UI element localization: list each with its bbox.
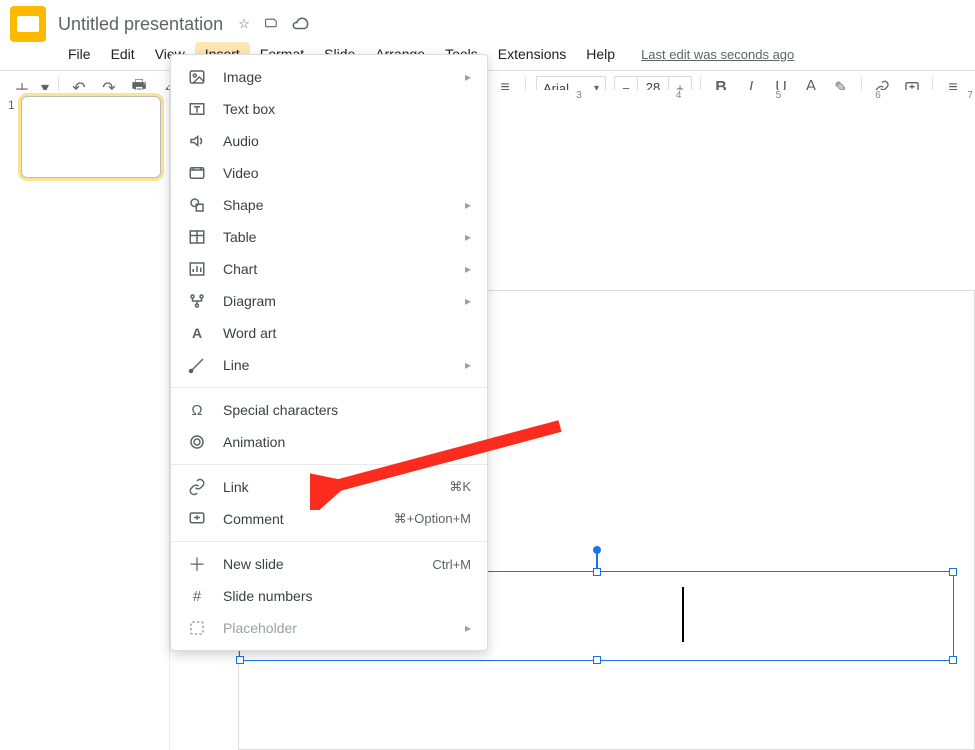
plus-icon: ＋: [187, 554, 207, 574]
menu-item-label: Audio: [223, 133, 471, 149]
move-icon[interactable]: [263, 15, 281, 33]
menu-edit[interactable]: Edit: [101, 42, 145, 66]
menu-item-label: Animation: [223, 434, 471, 450]
menu-file[interactable]: File: [58, 42, 101, 66]
insert-menu-link[interactable]: Link⌘K: [171, 471, 487, 503]
submenu-arrow-icon: ▸: [465, 621, 471, 635]
thumbnail-preview[interactable]: [21, 96, 161, 178]
submenu-arrow-icon: ▸: [465, 262, 471, 276]
audio-icon: [187, 131, 207, 151]
text-cursor: [682, 587, 684, 642]
diagram-icon: [187, 291, 207, 311]
menu-item-label: Image: [223, 69, 465, 85]
menu-item-label: Word art: [223, 325, 471, 341]
slide-panel: 1: [0, 90, 170, 750]
submenu-arrow-icon: ▸: [465, 230, 471, 244]
insert-menu-audio[interactable]: Audio: [171, 125, 487, 157]
thumbnail-number: 1: [8, 98, 15, 178]
menu-item-label: Shape: [223, 197, 465, 213]
menu-item-shortcut: ⌘K: [449, 479, 471, 495]
insert-menu-comment[interactable]: Comment⌘+Option+M: [171, 503, 487, 535]
ruler-tick: 3: [576, 90, 582, 101]
insert-menu-new-slide[interactable]: ＋ New slideCtrl+M: [171, 548, 487, 580]
textbox-icon: [187, 99, 207, 119]
insert-menu-slide-numbers[interactable]: # Slide numbers: [171, 580, 487, 612]
menu-item-label: Text box: [223, 101, 471, 117]
insert-menu-animation[interactable]: Animation: [171, 426, 487, 458]
slides-logo-icon: [10, 6, 46, 42]
shape-icon: [187, 195, 207, 215]
submenu-arrow-icon: ▸: [465, 358, 471, 372]
insert-menu-shape[interactable]: Shape▸: [171, 189, 487, 221]
menu-item-label: Chart: [223, 261, 465, 277]
insert-menu-placeholder: Placeholder▸: [171, 612, 487, 644]
ruler-tick: 4: [676, 90, 682, 101]
omega-icon: Ω: [187, 400, 207, 420]
resize-handle-tr[interactable]: [949, 568, 957, 576]
insert-menu-special-characters[interactable]: Ω Special characters: [171, 394, 487, 426]
video-icon: [187, 163, 207, 183]
ruler-tick: 5: [776, 90, 782, 101]
insert-menu-line[interactable]: Line▸: [171, 349, 487, 381]
document-title[interactable]: Untitled presentation: [58, 14, 223, 35]
rotation-handle[interactable]: [593, 546, 601, 554]
insert-menu-diagram[interactable]: Diagram▸: [171, 285, 487, 317]
insert-menu-text-box[interactable]: Text box: [171, 93, 487, 125]
menu-item-label: New slide: [223, 556, 432, 572]
link-icon: [187, 477, 207, 497]
insert-menu-table[interactable]: Table▸: [171, 221, 487, 253]
resize-handle-br[interactable]: [949, 656, 957, 664]
resize-handle-bl[interactable]: [236, 656, 244, 664]
thumbnail-1[interactable]: 1: [8, 96, 161, 178]
menu-item-label: Video: [223, 165, 471, 181]
numbers-icon: #: [187, 586, 207, 606]
wordart-icon: A: [187, 323, 207, 343]
insert-menu-dropdown: Image▸Text boxAudioVideoShape▸Table▸Char…: [170, 54, 488, 651]
resize-handle-tm[interactable]: [593, 568, 601, 576]
table-icon: [187, 227, 207, 247]
insert-menu-word-art[interactable]: A Word art: [171, 317, 487, 349]
menu-item-shortcut: Ctrl+M: [432, 557, 471, 572]
menu-extensions[interactable]: Extensions: [488, 42, 576, 66]
chart-icon: [187, 259, 207, 279]
line-icon: [187, 355, 207, 375]
menu-separator: [171, 387, 487, 388]
cloud-status-icon[interactable]: [291, 15, 309, 33]
ruler-tick: 7: [967, 90, 973, 101]
insert-menu-image[interactable]: Image▸: [171, 61, 487, 93]
menu-item-label: Placeholder: [223, 620, 465, 636]
menu-item-label: Link: [223, 479, 449, 495]
resize-handle-bm[interactable]: [593, 656, 601, 664]
menu-separator: [171, 541, 487, 542]
ruler-tick: 6: [875, 90, 881, 101]
last-edit-link[interactable]: Last edit was seconds ago: [641, 47, 794, 62]
submenu-arrow-icon: ▸: [465, 294, 471, 308]
menu-item-label: Slide numbers: [223, 588, 471, 604]
submenu-arrow-icon: ▸: [465, 70, 471, 84]
placeholder-icon: [187, 618, 207, 638]
image-icon: [187, 67, 207, 87]
menu-separator: [171, 464, 487, 465]
menu-item-shortcut: ⌘+Option+M: [394, 511, 471, 527]
insert-menu-video[interactable]: Video: [171, 157, 487, 189]
menu-item-label: Diagram: [223, 293, 465, 309]
app-header: Untitled presentation ☆: [0, 0, 975, 42]
menu-item-label: Line: [223, 357, 465, 373]
menu-item-label: Table: [223, 229, 465, 245]
animation-icon: [187, 432, 207, 452]
submenu-arrow-icon: ▸: [465, 198, 471, 212]
star-icon[interactable]: ☆: [235, 15, 253, 33]
menu-item-label: Special characters: [223, 402, 471, 418]
comment-icon: [187, 509, 207, 529]
menu-help[interactable]: Help: [576, 42, 625, 66]
menu-item-label: Comment: [223, 511, 394, 527]
insert-menu-chart[interactable]: Chart▸: [171, 253, 487, 285]
